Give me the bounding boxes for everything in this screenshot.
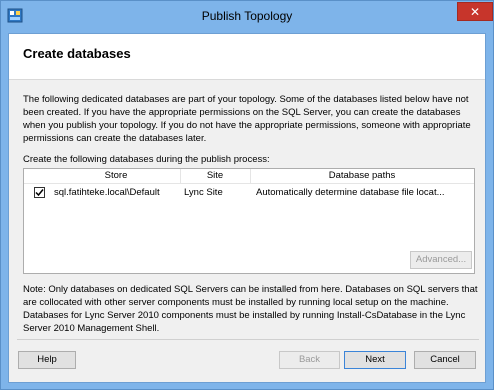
wizard-content: Create databases The following dedicated… (8, 33, 486, 383)
page-description: The following dedicated databases are pa… (23, 94, 471, 144)
help-button[interactable]: Help (18, 351, 76, 369)
close-button[interactable]: ✕ (457, 2, 493, 21)
cell-database-path: Automatically determine database file lo… (256, 187, 445, 198)
window-title: Publish Topology (201, 9, 293, 23)
footer-divider (17, 339, 479, 340)
advanced-button[interactable]: Advanced... (410, 251, 472, 269)
table-caption: Create the following databases during th… (23, 154, 270, 165)
back-button[interactable]: Back (279, 351, 340, 369)
title-bar[interactable]: Publish Topology ✕ (1, 1, 493, 33)
publish-topology-window: Publish Topology ✕ Create databases The … (0, 0, 494, 390)
cell-site: Lync Site (184, 187, 223, 198)
column-header-site[interactable]: Site (180, 170, 250, 181)
wizard-header: Create databases (9, 34, 485, 80)
cell-store: sql.fatihteke.local\Default (54, 187, 160, 198)
cancel-button[interactable]: Cancel (414, 351, 476, 369)
row-checkbox[interactable] (34, 187, 45, 198)
page-title: Create databases (23, 46, 131, 61)
column-header-database-paths[interactable]: Database paths (250, 170, 474, 181)
table-row[interactable]: sql.fatihteke.local\Default Lync Site Au… (24, 184, 474, 201)
checkmark-icon (35, 189, 44, 197)
column-header-store[interactable]: Store (52, 170, 180, 181)
close-icon: ✕ (469, 5, 481, 19)
databases-table[interactable]: Store Site Database paths sql.fatihteke.… (23, 168, 475, 274)
installation-note: Note: Only databases on dedicated SQL Se… (23, 284, 478, 334)
table-header: Store Site Database paths (24, 169, 474, 184)
next-button[interactable]: Next (344, 351, 406, 369)
